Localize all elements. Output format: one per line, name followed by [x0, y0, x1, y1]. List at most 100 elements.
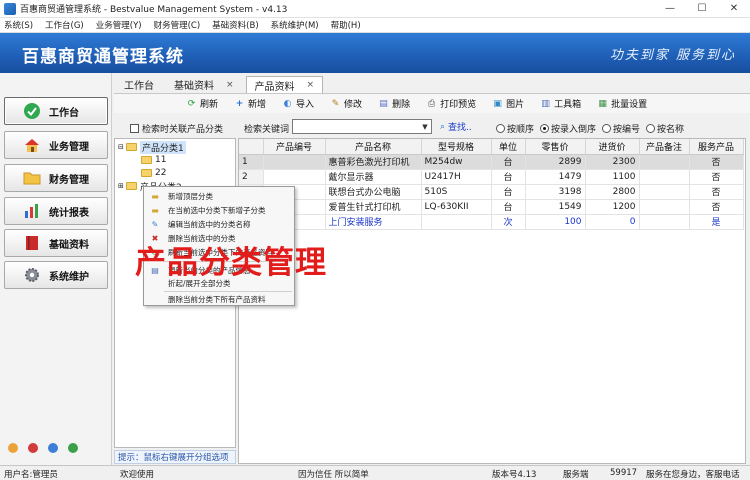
- toolbar-label: 图片: [506, 100, 525, 110]
- plus-icon: +: [235, 98, 244, 109]
- sort-entry-desc-radio[interactable]: [540, 124, 550, 133]
- tab-basic-data[interactable]: 基础资料 ×: [166, 76, 242, 93]
- cell-name: 上门安装服务: [325, 214, 422, 230]
- menu-item-delete-all-products[interactable]: 删除当前分类下所有产品资料: [144, 293, 294, 306]
- window-controls: — ☐ ✕: [654, 0, 750, 18]
- column-header[interactable]: 单位: [491, 139, 526, 155]
- menu-help[interactable]: 帮助(H): [331, 19, 361, 31]
- app-name: 百惠商贸通管理系统: [22, 47, 184, 67]
- column-header[interactable]: 产品编号: [263, 139, 326, 155]
- column-header[interactable]: 零售价: [525, 139, 586, 155]
- tree-node-root[interactable]: ⊟ 产品分类1: [118, 140, 186, 154]
- sort-name-radio[interactable]: [646, 124, 656, 133]
- menu-item-edit-category[interactable]: ✎ 编辑当前选中的分类名称: [144, 218, 294, 231]
- table-row[interactable]: 3 联想台式办公电脑 510S 台 3198 2800 否: [239, 184, 744, 200]
- title-bar: 百惠商贸通管理系统 - Bestvalue Management System …: [0, 0, 750, 18]
- tab-label: 工作台: [124, 81, 154, 92]
- edit-button[interactable]: ✎ 修改: [330, 97, 363, 111]
- delete-button[interactable]: ▤ 删除: [378, 97, 410, 111]
- product-table: 产品编号 产品名称 型号规格 单位 零售价 进货价 产品备注 服务产品 1 惠普…: [238, 138, 746, 464]
- menu-item-add-top-category[interactable]: ▬ 新增顶层分类: [144, 190, 294, 203]
- sidebar: 工作台 业务管理 财务管理 统计报表 基础资料 系统维护: [0, 73, 112, 465]
- checkbox[interactable]: [130, 124, 139, 133]
- table-row[interactable]: 2 戴尔显示器 U2417H 台 1479 1100 否: [239, 169, 744, 185]
- info-icon[interactable]: [48, 443, 58, 453]
- toolbox-button[interactable]: ▥ 工具箱: [540, 97, 581, 111]
- tab-workbench[interactable]: 工作台: [116, 76, 162, 93]
- sort-sequence-radio[interactable]: [496, 124, 505, 133]
- table-row[interactable]: 4 爱普生针式打印机 LQ-630KII 台 1549 1200 否: [239, 199, 744, 215]
- import-button[interactable]: ◐ 导入: [282, 97, 314, 111]
- image-button[interactable]: ▣ 图片: [492, 97, 525, 111]
- menu-item-add-subcategory[interactable]: ▬ 在当前选中分类下新增子分类: [144, 204, 294, 217]
- keyword-input[interactable]: ▼: [292, 119, 432, 134]
- sidebar-item-label: 财务管理: [49, 174, 89, 186]
- app-icon: [4, 2, 16, 15]
- cell-model: M254dw: [421, 154, 492, 170]
- toolbar-label: 刷新: [200, 100, 219, 110]
- menu-maintenance[interactable]: 系统维护(M): [271, 19, 319, 31]
- tree-node-label: 11: [155, 155, 167, 165]
- expander-icon[interactable]: ⊟: [118, 143, 126, 151]
- find-label: 查找..: [448, 123, 472, 133]
- sort-code-radio[interactable]: [602, 124, 612, 133]
- column-header[interactable]: 型号规格: [421, 139, 492, 155]
- sidebar-item-workbench[interactable]: 工作台: [4, 97, 108, 125]
- help-icon[interactable]: [8, 443, 18, 453]
- column-header[interactable]: 服务产品: [689, 139, 744, 155]
- refresh-icon[interactable]: [68, 443, 78, 453]
- print-preview-button[interactable]: ⎙ 打印预览: [426, 97, 476, 111]
- refresh-button[interactable]: ⟳ 刷新: [186, 97, 219, 111]
- sidebar-item-reports[interactable]: 统计报表: [4, 197, 108, 225]
- assoc-category-checkbox[interactable]: 检索时关联产品分类: [130, 122, 223, 135]
- table-row[interactable]: 1 惠普彩色激光打印机 M254dw 台 2899 2300 否: [239, 154, 744, 170]
- menu-finance[interactable]: 财务管理(C): [154, 19, 201, 31]
- magnifier-icon: ⌕: [440, 121, 446, 132]
- toolbar-label: 修改: [344, 100, 363, 110]
- cell-purchase-price: 2800: [585, 184, 640, 200]
- cell-model: U2417H: [421, 169, 492, 185]
- cell-retail-price: 100: [525, 214, 586, 230]
- menu-business[interactable]: 业务管理(Y): [96, 19, 142, 31]
- cell-purchase-price: 1200: [585, 199, 640, 215]
- maximize-button[interactable]: ☐: [686, 0, 718, 18]
- menu-basic-data[interactable]: 基础资料(B): [212, 19, 258, 31]
- sidebar-item-label: 基础资料: [49, 239, 89, 251]
- sidebar-item-finance[interactable]: 财务管理: [4, 164, 108, 192]
- menu-workbench[interactable]: 工作台(G): [45, 19, 84, 31]
- tab-close-icon[interactable]: ×: [226, 80, 234, 90]
- edit-icon: ✎: [151, 220, 159, 229]
- sidebar-item-label: 系统维护: [49, 271, 89, 283]
- table-header-row: 产品编号 产品名称 型号规格 单位 零售价 进货价 产品备注 服务产品: [239, 139, 744, 155]
- overlay-caption: 产品分类管理: [135, 245, 327, 281]
- tab-product-data[interactable]: 产品资料 ×: [245, 76, 324, 93]
- minimize-button[interactable]: —: [654, 0, 686, 18]
- column-header[interactable]: 产品名称: [325, 139, 422, 155]
- tree-node-child[interactable]: 11: [141, 154, 166, 166]
- cell-unit: 台: [491, 199, 526, 215]
- close-button[interactable]: ✕: [718, 0, 750, 18]
- tree-node-child[interactable]: 22: [141, 167, 166, 179]
- cell-service: 否: [689, 184, 744, 200]
- chevron-down-icon[interactable]: ▼: [419, 123, 431, 131]
- expander-icon[interactable]: ⊞: [118, 182, 126, 190]
- gear-icon: [23, 266, 41, 284]
- sidebar-item-maintenance[interactable]: 系统维护: [4, 261, 108, 289]
- cell-note: [639, 169, 690, 185]
- column-header[interactable]: 产品备注: [639, 139, 690, 155]
- bar-chart-icon: [23, 202, 41, 220]
- cell-note: [639, 184, 690, 200]
- tab-close-icon[interactable]: ×: [307, 80, 315, 90]
- table-row[interactable]: 5 上门安装服务 次 100 0 是: [239, 214, 744, 230]
- batch-settings-button[interactable]: ▦ 批量设置: [597, 97, 647, 111]
- find-button[interactable]: ⌕ 查找..: [440, 120, 472, 134]
- cell-model: [421, 214, 492, 230]
- menu-item-label: 新增顶层分类: [168, 192, 213, 201]
- add-button[interactable]: + 新增: [234, 97, 266, 111]
- menu-system[interactable]: 系统(S): [4, 19, 33, 31]
- column-header[interactable]: 进货价: [585, 139, 640, 155]
- exit-icon[interactable]: [28, 443, 38, 453]
- menu-item-label: 在当前选中分类下新增子分类: [168, 206, 266, 215]
- sidebar-item-business[interactable]: 业务管理: [4, 131, 108, 159]
- sidebar-item-basic-data[interactable]: 基础资料: [4, 229, 108, 257]
